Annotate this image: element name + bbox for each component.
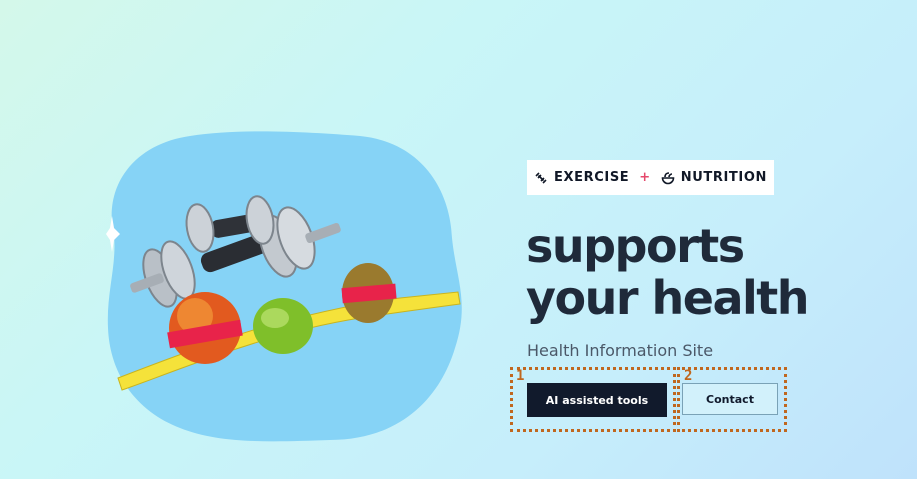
- badge-nutrition-label: NUTRITION: [680, 170, 767, 185]
- topic-badge: EXERCISE + NUTRITION: [527, 160, 774, 195]
- headline-line-2: your health: [526, 271, 810, 325]
- salad-bowl-icon: [661, 171, 675, 185]
- badge-exercise-label: EXERCISE: [554, 170, 630, 185]
- page-subtitle: Health Information Site: [527, 341, 714, 360]
- lime-highlight: [261, 308, 289, 328]
- headline-line-1: supports: [526, 219, 745, 273]
- contact-button[interactable]: Contact: [682, 383, 778, 415]
- hero-illustration: [100, 128, 470, 448]
- annotation-label-2: 2: [684, 368, 693, 384]
- page-title: supports your health: [526, 220, 886, 324]
- dumbbell-icon: [534, 171, 548, 185]
- annotation-label-1: 1: [516, 368, 525, 384]
- ai-assisted-tools-button[interactable]: AI assisted tools: [527, 383, 667, 417]
- badge-plus: +: [639, 170, 651, 185]
